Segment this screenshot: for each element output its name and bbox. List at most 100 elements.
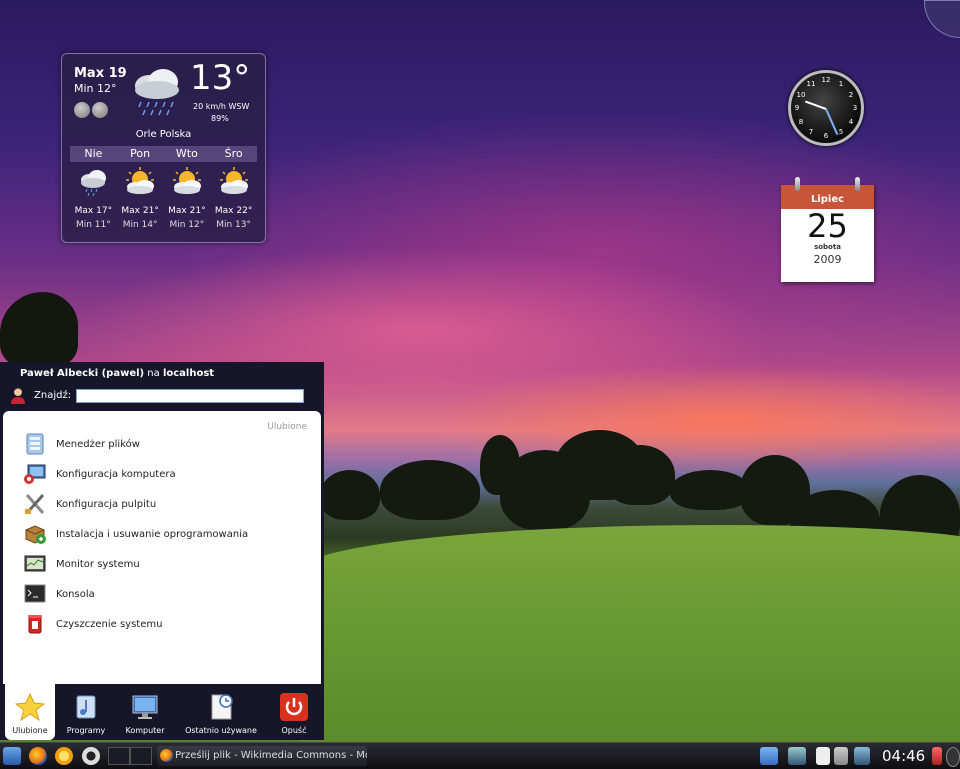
forecast-day: Wto [175, 147, 198, 160]
forecast-max: Max 21° [168, 206, 206, 216]
clock-numeral: 4 [848, 118, 854, 126]
search-input[interactable] [76, 389, 304, 403]
menu-item-konsole[interactable]: Konsola [23, 581, 303, 607]
kickoff-tab-bar: Ulubione Programy Komputer Ostatnio używ… [0, 684, 324, 740]
sun-icon[interactable] [55, 747, 73, 765]
applications-icon [76, 695, 96, 719]
tab-recently-used[interactable]: Ostatnio używane [178, 684, 264, 740]
forecast-day: Śro [224, 147, 243, 160]
favorites-panel: Ulubione Menedżer plików Konfiguracja ko… [3, 411, 321, 684]
weather-max-today: Max 19 [74, 66, 127, 81]
task-title: Prześlij plik - Wikimedia Commons - Mo [175, 750, 367, 761]
desktop-settings-icon [25, 494, 45, 514]
network-icon[interactable] [854, 747, 870, 765]
forecast-row: Max 17° Min 11° Max 21° Min 14° Max 21° … [70, 166, 257, 230]
star-icon [15, 692, 45, 722]
sun-cloud-icon [172, 167, 201, 194]
tab-leave[interactable]: Opuść [268, 684, 320, 740]
firefox-icon [160, 749, 173, 762]
clock-numeral: 3 [852, 104, 858, 112]
calendar-weekday: sobota [814, 243, 841, 251]
panel-toolbox-icon[interactable] [946, 747, 960, 767]
sun-cloud-icon [126, 167, 155, 194]
calendar-widget[interactable]: Lipiec 25 sobota 2009 [781, 177, 874, 282]
forecast-day: Nie [84, 147, 103, 160]
tab-applications[interactable]: Programy [58, 684, 114, 740]
menu-item-label: Konsola [56, 588, 95, 600]
user-name: Paweł Albecki (pawel) [20, 368, 145, 379]
taskbar-clock[interactable]: 04:46 [882, 746, 925, 766]
krunner-icon[interactable] [82, 747, 100, 765]
firefox-icon[interactable] [29, 747, 47, 765]
calendar-year: 2009 [813, 253, 842, 266]
humidity: 89% [211, 114, 229, 123]
current-temperature: 13° [190, 58, 251, 98]
computer-icon [132, 695, 158, 719]
menu-item-label: Menedżer plików [56, 438, 140, 450]
kickoff-user-line: Paweł Albecki (pawel) na localhost [20, 368, 214, 379]
menu-item-system-cleaner[interactable]: Czyszczenie systemu [23, 611, 303, 637]
tab-favorites[interactable]: Ulubione [5, 684, 55, 740]
forecast-day: Pon [130, 147, 151, 160]
user-avatar-icon [11, 387, 25, 404]
weather-location: Orle Polska [135, 129, 192, 140]
taskbar: Prześlij plik - Wikimedia Commons - Mo 0… [0, 742, 960, 769]
calendar-day: 25 [807, 207, 848, 245]
package-manager-icon [25, 525, 46, 544]
forecast-item: Max 22° Min 13° [210, 166, 257, 230]
clock-numeral: 10 [796, 91, 806, 99]
desktop-pager-2[interactable] [130, 747, 152, 765]
task-firefox[interactable]: Prześlij plik - Wikimedia Commons - Mo [157, 746, 367, 766]
tab-label: Programy [66, 726, 106, 735]
forecast-min: Min 12° [169, 220, 205, 230]
clock-hour-hand [804, 100, 827, 110]
wallpaper-hill [300, 525, 960, 755]
menu-item-software-management[interactable]: Instalacja i usuwanie oprogramowania [23, 521, 303, 547]
menu-item-system-settings[interactable]: Konfiguracja komputera [23, 461, 303, 487]
clock-numeral: 6 [823, 132, 829, 140]
info-icon[interactable] [74, 102, 90, 118]
forecast-item: Max 17° Min 11° [70, 166, 117, 230]
forecast-min: Min 11° [75, 220, 111, 230]
menu-item-system-monitor[interactable]: Monitor systemu [23, 551, 303, 577]
system-settings-icon [24, 464, 46, 484]
kde-menu-icon[interactable] [3, 747, 21, 765]
analog-clock-widget[interactable]: 12 1 2 3 4 5 6 7 8 9 10 11 [788, 70, 864, 146]
terminal-icon [24, 584, 46, 603]
clock-numeral: 12 [821, 76, 831, 84]
clock-numeral: 11 [806, 80, 816, 88]
weather-widget[interactable]: Max 19 Min 12° 13° 20 km/h WSW 89% Orle … [61, 53, 266, 243]
tab-label: Ulubione [12, 726, 48, 735]
device-notifier-icon[interactable] [788, 747, 806, 765]
clock-numeral: 8 [798, 118, 804, 126]
menu-item-label: Konfiguracja komputera [56, 468, 176, 480]
menu-item-file-manager[interactable]: Menedżer plików [23, 431, 303, 457]
menu-item-label: Monitor systemu [56, 558, 140, 570]
system-monitor-icon [24, 555, 46, 572]
clock-numeral: 2 [848, 91, 854, 99]
forecast-days: Nie Pon Wto Śro [70, 146, 257, 162]
clipboard-icon[interactable] [816, 747, 830, 765]
search-label: Znajdź: [34, 390, 72, 401]
desktop-pager-1[interactable] [108, 747, 130, 765]
tab-computer[interactable]: Komputer [117, 684, 173, 740]
user-connector: na [144, 368, 163, 379]
host-name: localhost [162, 368, 215, 379]
recent-documents-icon [211, 694, 233, 720]
weather-min-today: Min 12° [74, 82, 117, 95]
folder-view-icon[interactable] [760, 747, 778, 765]
rain-cloud-icon [135, 69, 179, 116]
rain-cloud-icon [81, 170, 107, 197]
volume-icon[interactable] [834, 747, 848, 765]
system-cleaner-icon [28, 615, 42, 634]
forecast-item: Max 21° Min 14° [117, 166, 164, 230]
forecast-max: Max 17° [74, 206, 113, 216]
forecast-min: Min 13° [216, 220, 252, 230]
forecast-item: Max 21° Min 12° [164, 166, 211, 230]
forecast-max: Max 21° [121, 206, 159, 216]
clock-numeral: 9 [794, 104, 800, 112]
settings-icon[interactable] [92, 102, 108, 118]
battery-icon[interactable] [932, 747, 942, 765]
menu-item-desktop-settings[interactable]: Konfiguracja pulpitu [23, 491, 303, 517]
tab-label: Opuść [281, 726, 307, 735]
